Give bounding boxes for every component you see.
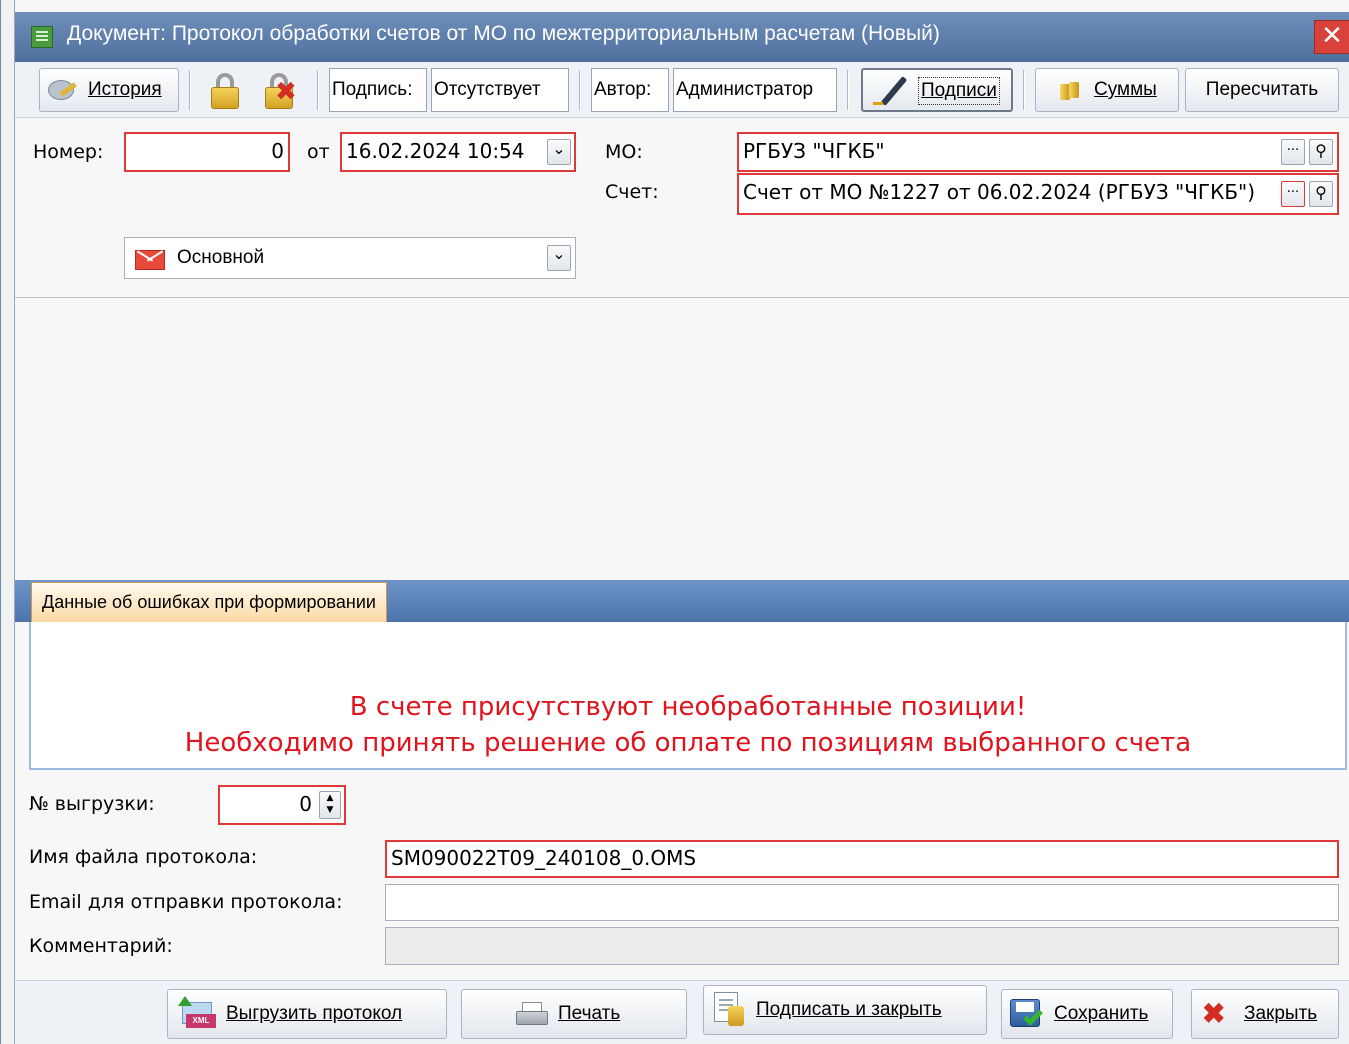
number-label: Номер: (33, 141, 104, 163)
sign-and-close-button[interactable]: Подписать и закрыть (703, 985, 987, 1035)
email-label: Email для отправки протокола: (29, 891, 343, 913)
filename-label: Имя файла протокола: (29, 846, 258, 868)
spinner-arrows-icon[interactable]: ▲ ▼ (319, 791, 341, 819)
mo-field[interactable]: РГБУЗ "ЧГКБ" ··· ⚲ (737, 132, 1339, 172)
history-button[interactable]: История (39, 68, 179, 112)
window-left-edge (1, 0, 15, 1044)
date-value: 16.02.2024 10:54 (346, 139, 525, 163)
sums-button-label: Суммы (1094, 79, 1157, 100)
recalculate-button-label: Пересчитать (1205, 79, 1319, 100)
sign-document-icon (714, 992, 744, 1026)
number-field[interactable]: 0 (124, 132, 290, 172)
errors-tab-panel: В счете присутствуют необработанные пози… (29, 622, 1347, 770)
mo-value: РГБУЗ "ЧГКБ" (743, 139, 885, 163)
tab-errors[interactable]: Данные об ошибках при формировании (31, 582, 387, 622)
mo-label: МО: (605, 141, 643, 163)
recalculate-button[interactable]: Пересчитать (1185, 68, 1339, 112)
toolbar-separator (579, 70, 581, 110)
save-disk-icon (1010, 999, 1044, 1029)
filename-field[interactable]: SM090022T09_240108_0.OMS (385, 840, 1339, 878)
export-protocol-button[interactable]: XML Выгрузить протокол (167, 989, 447, 1039)
invoice-field[interactable]: Счет от МО №1227 от 06.02.2024 (РГБУЗ "Ч… (737, 173, 1339, 215)
signatures-button-label: Подписи (918, 77, 1000, 105)
sums-button[interactable]: Суммы (1035, 68, 1179, 112)
error-message-line1: В счете присутствуют необработанные пози… (349, 692, 1027, 722)
xml-export-icon: XML (176, 996, 216, 1030)
document-icon (31, 26, 53, 48)
print-button-label: Печать (558, 1003, 621, 1024)
invoice-select-button[interactable]: ··· (1281, 181, 1305, 207)
export-number-value: 0 (299, 792, 312, 816)
remove-x-icon: ✖ (275, 77, 297, 107)
date-field[interactable]: 16.02.2024 10:54 ⌄ (340, 132, 576, 172)
document-type-select[interactable]: Основной ⌄ (124, 237, 576, 279)
document-type-value: Основной (177, 247, 265, 268)
toolbar-separator (1023, 70, 1025, 110)
printer-icon (516, 1002, 548, 1028)
from-label: от (307, 141, 330, 163)
signatures-button[interactable]: Подписи (861, 68, 1013, 112)
history-button-label: История (88, 79, 162, 100)
email-field[interactable] (385, 884, 1339, 921)
export-protocol-label: Выгрузить протокол (226, 1003, 403, 1024)
mo-select-button[interactable]: ··· (1281, 139, 1305, 165)
lock-icon[interactable] (211, 73, 239, 109)
envelope-icon (135, 250, 165, 270)
close-window-button[interactable]: ✕ (1314, 20, 1349, 54)
title-bar: Документ: Протокол обработки счетов от М… (15, 12, 1349, 62)
mo-search-icon[interactable]: ⚲ (1309, 139, 1333, 165)
close-x-icon: ✖ (1202, 998, 1226, 1029)
toolbar-separator (189, 70, 191, 110)
document-window: Документ: Протокол обработки счетов от М… (0, 0, 1349, 1044)
content-area (15, 298, 1349, 580)
save-button[interactable]: Сохранить (1001, 989, 1173, 1039)
export-number-label: № выгрузки: (29, 793, 155, 815)
tab-errors-label: Данные об ошибках при формировании (42, 592, 376, 612)
error-message-line2: Необходимо принять решение об оплате по … (184, 728, 1192, 758)
close-button[interactable]: ✖ Закрыть (1191, 989, 1339, 1039)
export-number-spinner[interactable]: 0 ▲ ▼ (218, 785, 346, 825)
tab-strip: Данные об ошибках при формировании (15, 580, 1349, 622)
invoice-label: Счет: (605, 181, 659, 203)
document-type-dropdown-button[interactable]: ⌄ (547, 245, 571, 271)
coins-icon (1060, 82, 1082, 100)
comment-field (385, 927, 1339, 965)
close-button-label: Закрыть (1244, 1003, 1318, 1024)
history-icon (48, 80, 74, 100)
action-button-bar: XML Выгрузить протокол Печать Подписать … (15, 980, 1349, 1044)
toolbar-separator (317, 70, 319, 110)
unlock-remove-icon[interactable]: ✖ (265, 73, 297, 109)
toolbar-separator (847, 70, 849, 110)
date-dropdown-button[interactable]: ⌄ (547, 139, 571, 165)
window-title: Документ: Протокол обработки счетов от М… (67, 22, 940, 45)
save-button-label: Сохранить (1054, 1003, 1149, 1024)
sign-and-close-label: Подписать и закрыть (756, 999, 942, 1020)
invoice-value: Счет от МО №1227 от 06.02.2024 (РГБУЗ "Ч… (743, 180, 1256, 204)
comment-label: Комментарий: (29, 935, 173, 957)
invoice-search-icon[interactable]: ⚲ (1309, 181, 1333, 207)
toolbar: История ✖ Подпись: Отсутствует Автор: Ад… (15, 62, 1349, 118)
author-value: Администратор (673, 68, 837, 112)
signature-label: Подпись: (329, 68, 427, 112)
signature-status: Отсутствует (431, 68, 569, 112)
author-label: Автор: (591, 68, 669, 112)
print-button[interactable]: Печать (461, 989, 687, 1039)
pen-icon (873, 76, 909, 106)
